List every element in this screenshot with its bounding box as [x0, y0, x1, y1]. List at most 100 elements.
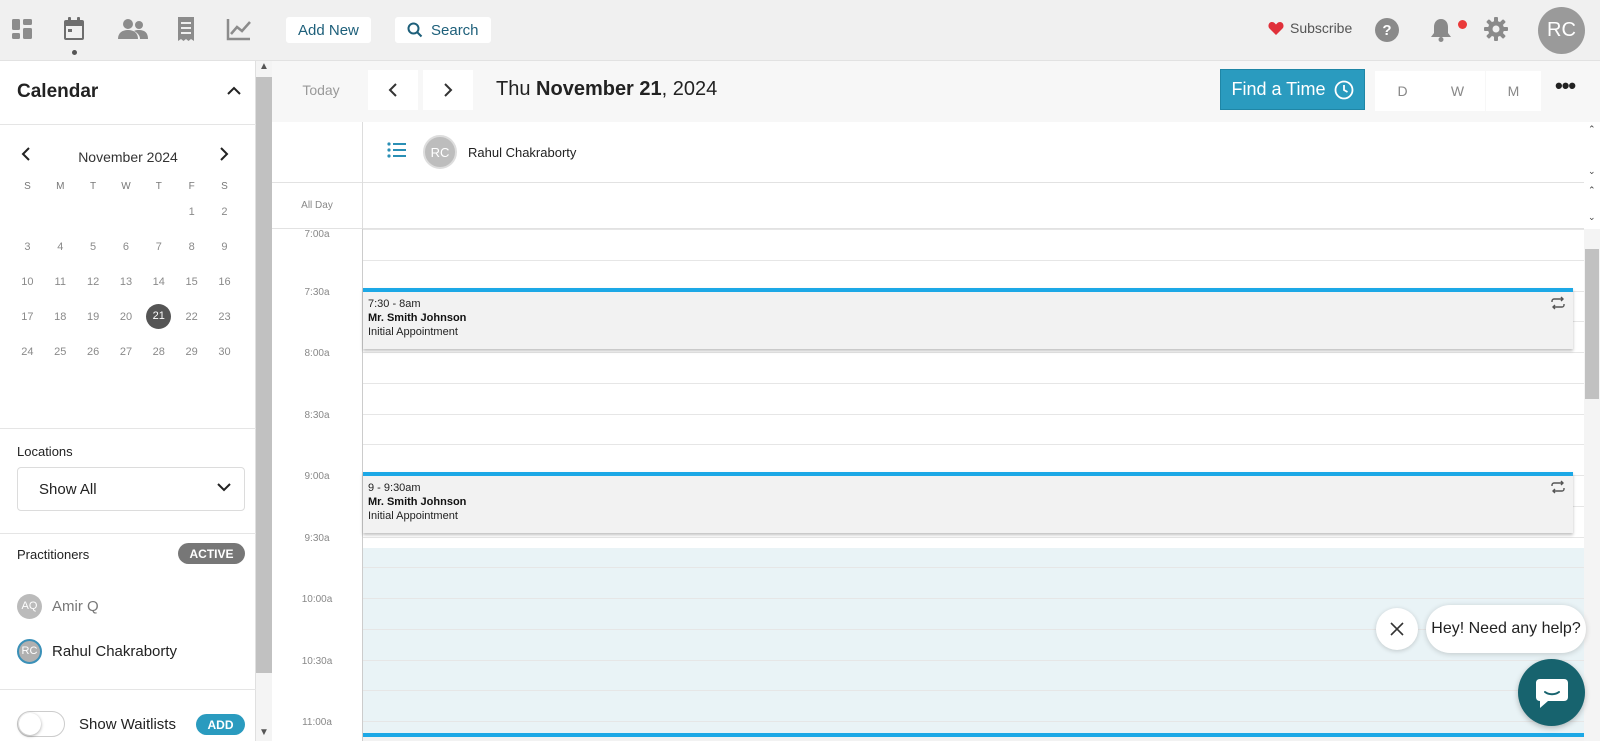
heart-icon	[1268, 21, 1284, 35]
chevron-right-icon	[444, 83, 453, 97]
find-a-time-button[interactable]: Find a Time	[1220, 69, 1365, 110]
add-waitlist-button[interactable]: ADD	[196, 714, 245, 735]
scroll-down-icon[interactable]: ▼	[259, 727, 269, 738]
weekday-label: M	[56, 180, 65, 192]
day-number: 19	[86, 310, 100, 323]
day-cell[interactable]: 10	[11, 276, 44, 288]
day-cell[interactable]: 8	[175, 241, 208, 253]
practitioner-item[interactable]: RC Rahul Chakraborty	[17, 638, 177, 664]
help-icon[interactable]: ?	[1375, 18, 1399, 42]
user-avatar[interactable]: RC	[1538, 7, 1585, 54]
day-cell[interactable]: 11	[44, 276, 77, 288]
day-cell[interactable]: 15	[175, 276, 208, 288]
day-cell[interactable]: 3	[11, 241, 44, 253]
scrollbar-thumb[interactable]	[256, 77, 272, 673]
scroll-down-icon[interactable]: ⌄	[1588, 166, 1596, 177]
day-cell[interactable]: 25	[44, 346, 77, 358]
list-icon[interactable]	[387, 142, 407, 163]
day-cell[interactable]: 9	[208, 241, 241, 253]
day-cell[interactable]: 27	[110, 346, 143, 358]
day-number: 16	[218, 275, 231, 288]
scroll-up-icon[interactable]: ⌃	[1588, 124, 1596, 135]
day-cell[interactable]: 20	[110, 311, 143, 323]
today-button[interactable]: Today	[286, 70, 356, 110]
scrollbar-thumb[interactable]	[1585, 249, 1599, 399]
active-filter-badge[interactable]: ACTIVE	[178, 543, 245, 564]
day-number: 23	[218, 310, 231, 323]
day-cell[interactable]: 5	[77, 241, 110, 253]
next-day-button[interactable]	[423, 70, 473, 110]
chevron-up-icon[interactable]	[226, 83, 242, 101]
chevron-left-icon	[388, 83, 397, 97]
day-cell[interactable]: 28	[142, 346, 175, 358]
sidebar-scrollbar[interactable]: ▲ ▼	[256, 61, 272, 741]
day-cell[interactable]: 4	[44, 241, 77, 253]
event-type: Initial Appointment	[368, 510, 458, 522]
people-icon[interactable]	[115, 14, 151, 44]
search-button[interactable]: Search	[395, 17, 491, 43]
scroll-up-icon[interactable]: ⌃	[1588, 185, 1596, 196]
day-number: 25	[54, 345, 67, 358]
day-cell[interactable]: 14	[142, 276, 175, 288]
add-new-button[interactable]: Add New	[286, 17, 371, 43]
day-cell[interactable]: 22	[175, 311, 208, 323]
allday-scrollbar[interactable]: ⌃ ⌄	[1584, 183, 1600, 229]
all-day-row[interactable]: All Day	[272, 183, 1584, 229]
day-number: 11	[54, 275, 66, 288]
week-view-button[interactable]: W	[1430, 71, 1485, 111]
day-cell[interactable]: 24	[11, 346, 44, 358]
next-month-icon[interactable]	[218, 147, 230, 166]
day-cell[interactable]: 23	[208, 311, 241, 323]
day-cell[interactable]: 17	[11, 311, 44, 323]
sidebar-title: Calendar	[17, 81, 99, 102]
mini-calendar-grid: S M T W T F S 1 2 3 4 5 6 7 8 9 10 11 12 13 14 15 16 17 18 19 20 21…	[11, 178, 241, 369]
chat-close-button[interactable]	[1376, 608, 1418, 650]
practitioner-item[interactable]: AQ Amir Q	[17, 593, 99, 619]
event-time: 7:30 - 8am	[368, 298, 421, 310]
day-cell[interactable]: 26	[77, 346, 110, 358]
gear-icon[interactable]	[1483, 16, 1509, 47]
event-card[interactable]: 7:30 - 8am Mr. Smith Johnson Initial Appoi…	[363, 288, 1573, 349]
day-cell[interactable]: 21	[142, 304, 175, 329]
day-cell[interactable]: 13	[110, 276, 143, 288]
weekday-label: W	[121, 180, 131, 192]
day-number: 2	[221, 205, 228, 218]
bell-icon[interactable]	[1429, 17, 1453, 48]
chat-prompt-bubble[interactable]: Hey! Need any help?	[1426, 605, 1586, 653]
dashboard-icon[interactable]	[7, 14, 37, 44]
day-cell[interactable]: 7	[142, 241, 175, 253]
day-number: 14	[152, 275, 165, 288]
time-label: 7:30a	[304, 287, 330, 298]
day-cell[interactable]: 18	[44, 311, 77, 323]
day-cell[interactable]: 12	[77, 276, 110, 288]
scroll-down-icon[interactable]: ⌄	[1588, 212, 1596, 223]
day-cell[interactable]: 6	[110, 241, 143, 253]
header-scrollbar[interactable]: ⌃ ⌄	[1584, 122, 1600, 183]
more-options-icon[interactable]: •••	[1555, 73, 1576, 99]
prev-day-button[interactable]	[368, 70, 418, 110]
day-cell[interactable]: 29	[175, 346, 208, 358]
waitlist-toggle[interactable]	[17, 711, 65, 737]
day-cell[interactable]: 2	[208, 206, 241, 218]
chart-icon[interactable]	[224, 14, 254, 44]
day-cell[interactable]: 19	[77, 311, 110, 323]
event-card-partial[interactable]	[363, 733, 1584, 741]
locations-select[interactable]: Show All	[17, 467, 245, 511]
day-cell[interactable]: 16	[208, 276, 241, 288]
time-grid[interactable]: 7:00a 7:30a 8:00a 8:30a 9:00a 9:30a 10:00a 10:3…	[272, 229, 1584, 741]
scroll-up-icon[interactable]: ▲	[259, 61, 269, 72]
date-weekday: Thu	[496, 78, 537, 100]
divider	[362, 122, 363, 183]
subscribe-link[interactable]: Subscribe	[1268, 20, 1352, 36]
grid-scrollbar[interactable]	[1584, 229, 1600, 741]
day-cell[interactable]: 30	[208, 346, 241, 358]
receipt-icon[interactable]	[171, 14, 201, 44]
weekday-label: S	[24, 180, 31, 192]
chat-launcher-button[interactable]	[1518, 659, 1585, 726]
month-view-button[interactable]: M	[1486, 71, 1541, 111]
day-view-button[interactable]: D	[1375, 71, 1430, 111]
day-number: 30	[218, 345, 231, 358]
calendar-icon[interactable]	[59, 14, 89, 44]
event-card[interactable]: 9 - 9:30am Mr. Smith Johnson Initial Appoi…	[363, 472, 1573, 533]
day-cell[interactable]: 1	[175, 206, 208, 218]
